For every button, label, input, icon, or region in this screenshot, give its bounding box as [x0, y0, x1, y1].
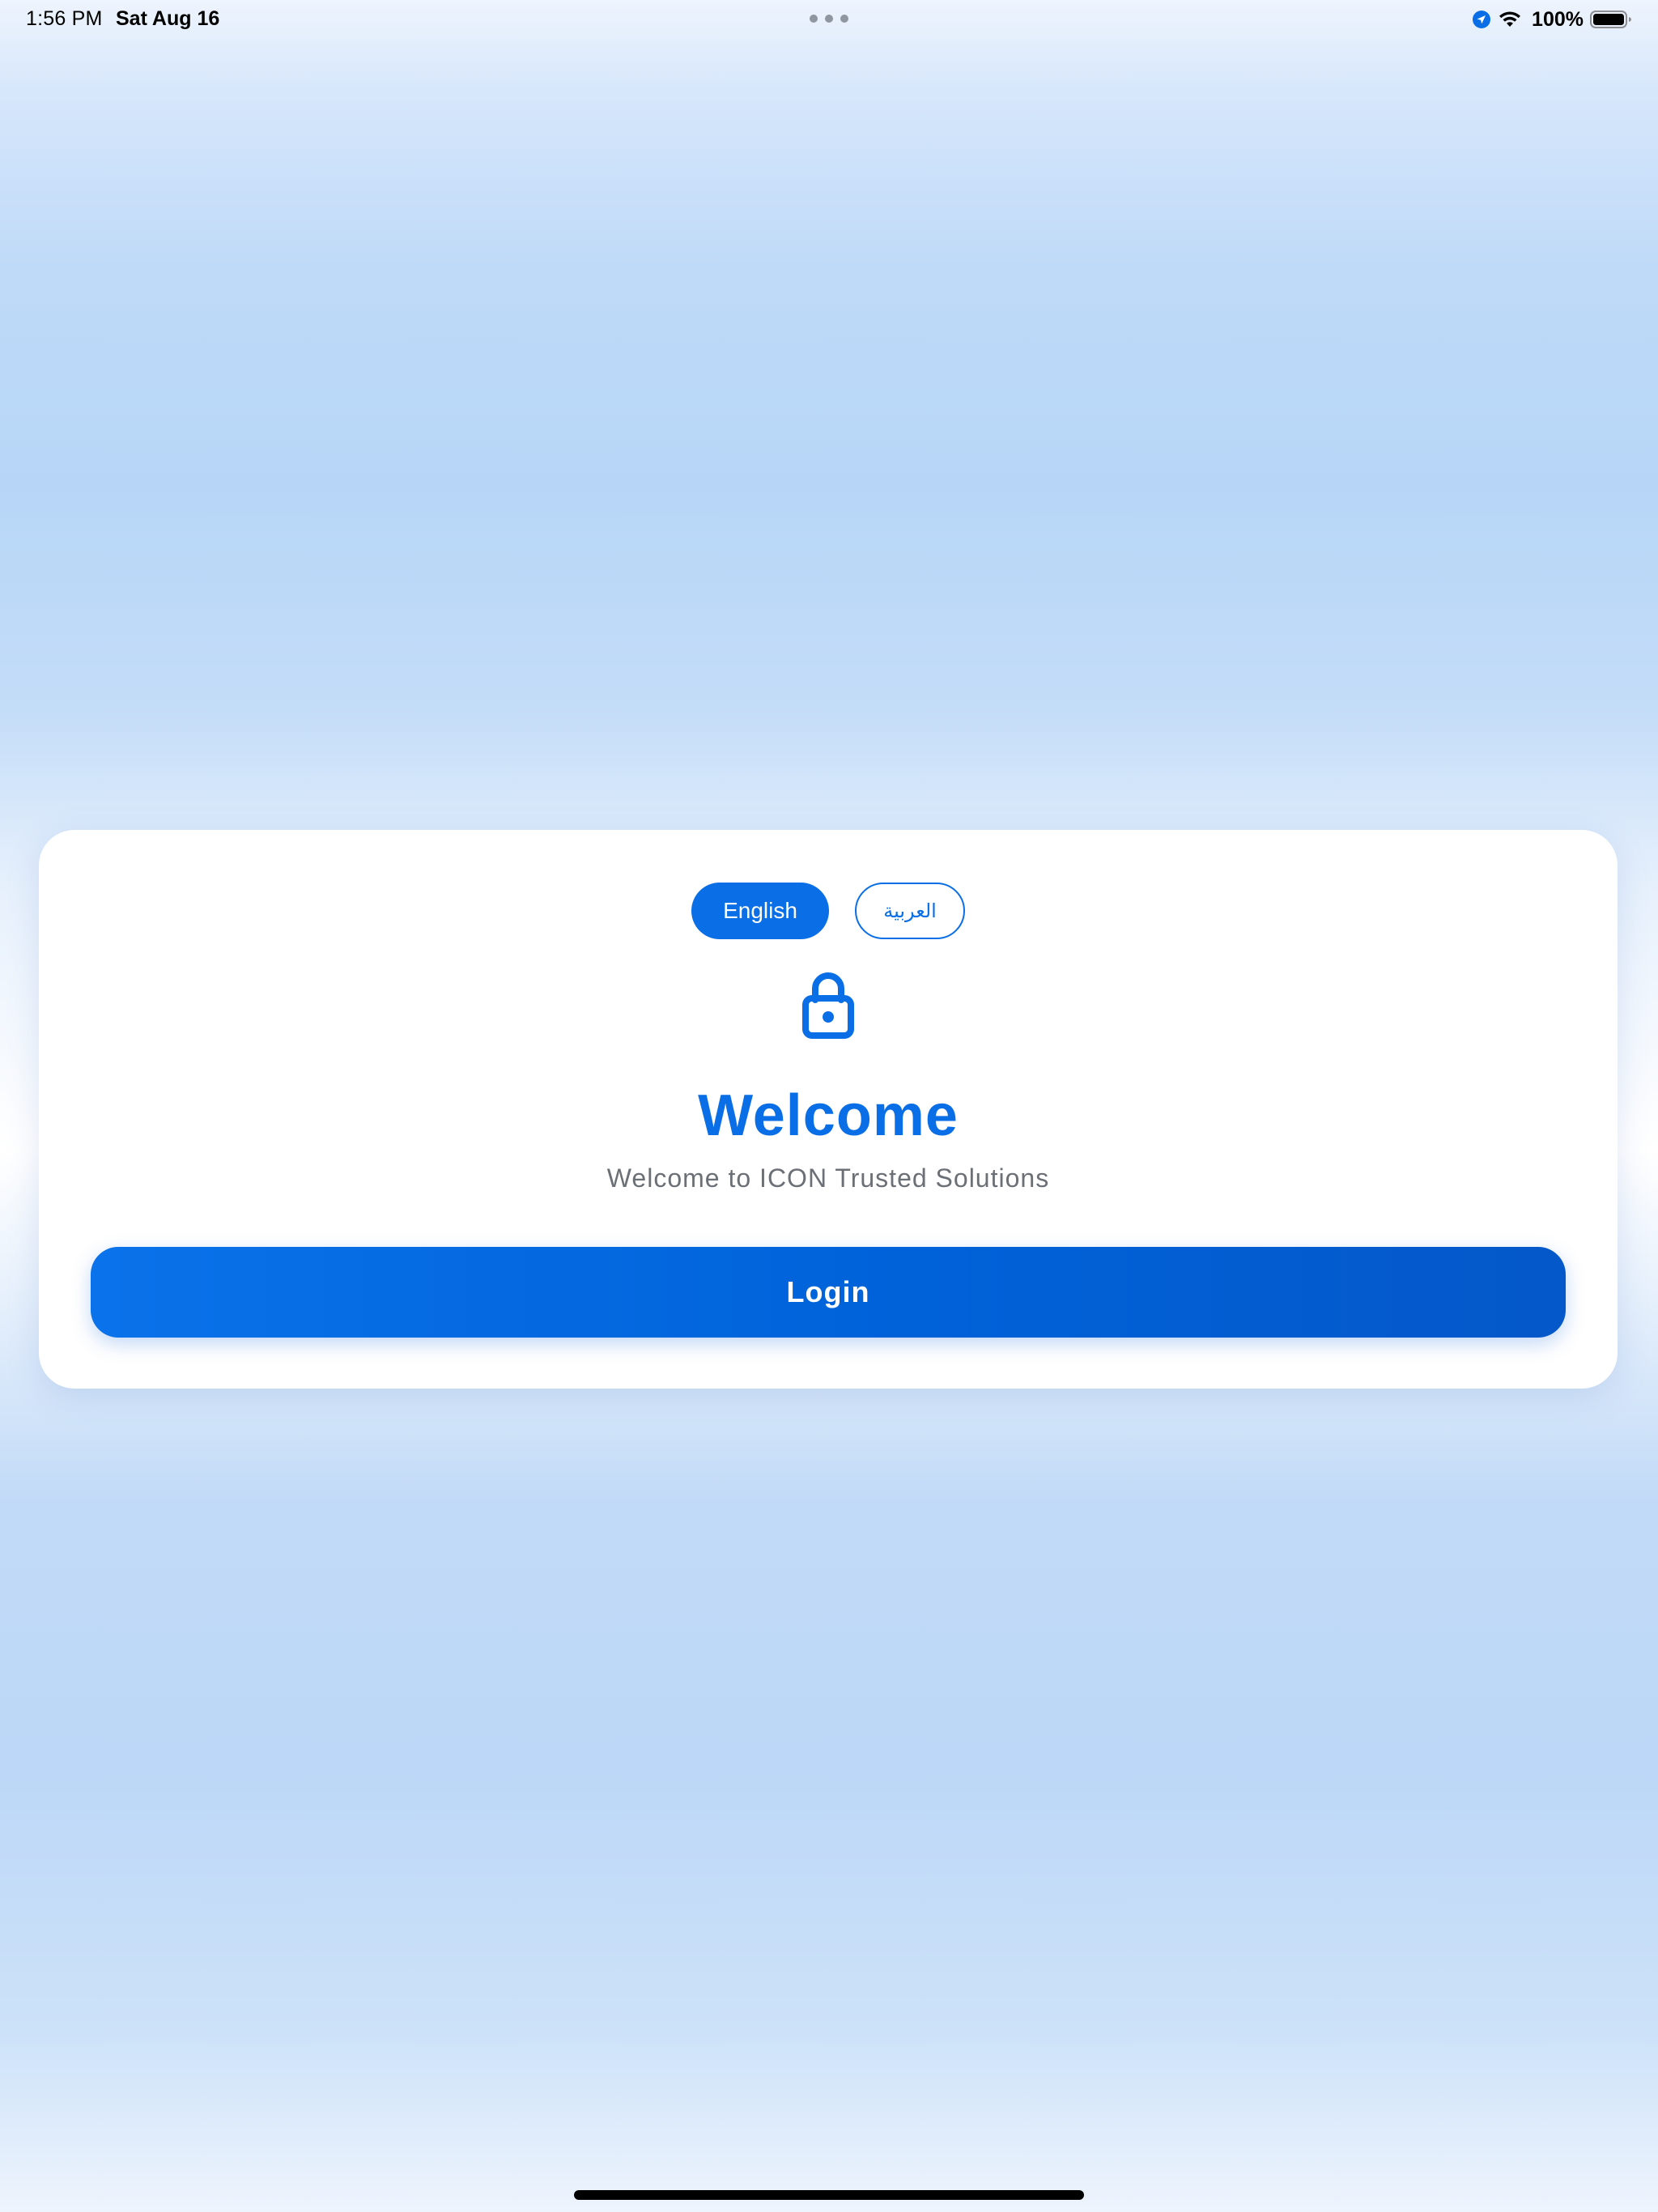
status-date: Sat Aug 16 — [116, 7, 220, 30]
welcome-card: English العربية Welcome Welcome to ICON … — [39, 830, 1618, 1389]
language-switcher: English العربية — [39, 883, 1618, 939]
battery-icon — [1590, 11, 1631, 28]
status-indicators: 100% — [1472, 6, 1632, 32]
welcome-subtitle: Welcome to ICON Trusted Solutions — [606, 1163, 1050, 1193]
wifi-icon — [1499, 11, 1521, 27]
location-icon — [1473, 11, 1491, 28]
language-english-button[interactable]: English — [691, 883, 829, 939]
status-bar: 1:56 PM Sat Aug 16 100% — [0, 0, 1658, 39]
battery-percentage: 100% — [1532, 7, 1584, 31]
language-arabic-button[interactable]: العربية — [855, 883, 965, 939]
multitasking-menu-icon[interactable] — [810, 15, 848, 24]
lock-icon — [802, 972, 854, 1039]
home-indicator[interactable] — [574, 2190, 1084, 2200]
status-time: 1:56 PM — [26, 7, 103, 30]
welcome-title: Welcome — [698, 1083, 959, 1148]
login-button[interactable]: Login — [91, 1247, 1566, 1338]
